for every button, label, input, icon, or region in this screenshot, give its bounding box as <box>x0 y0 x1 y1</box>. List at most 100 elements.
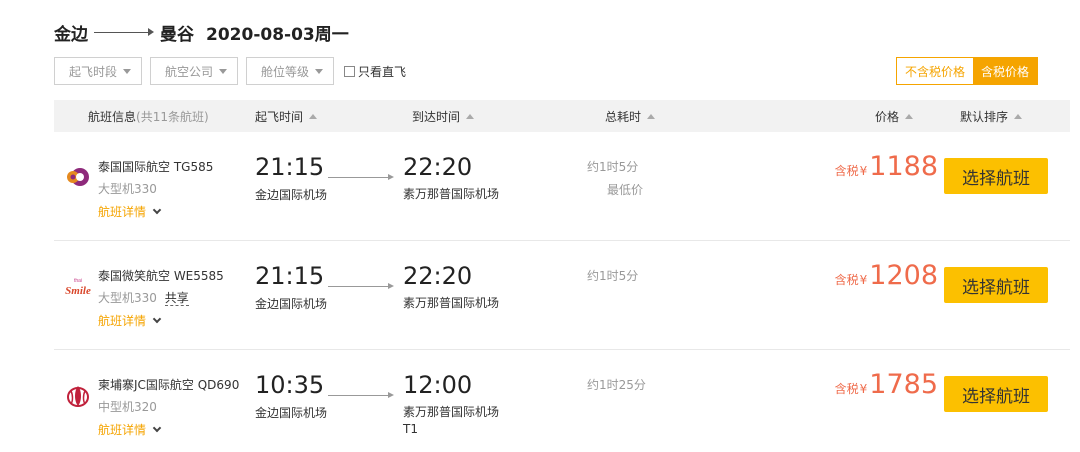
direct-only-toggle[interactable]: 只看直飞 <box>344 63 406 80</box>
flight-row: thai Smile 泰国微笑航空 WE5585 大型机330 共享 航班详情 … <box>54 242 1070 350</box>
price-amount: 1188 <box>869 151 938 182</box>
direct-only-checkbox[interactable] <box>344 65 356 77</box>
price-mode-toggle: 不含税价格 含税价格 <box>896 57 1039 85</box>
chevron-down-icon <box>152 423 162 432</box>
sort-depart-time[interactable]: 起飞时间 <box>255 100 318 132</box>
departure-time: 10:35 <box>255 371 325 399</box>
sort-up-icon <box>905 113 914 119</box>
departure-airport: 金边国际机场 <box>255 406 328 420</box>
header-duration-label: 总耗时 <box>605 109 642 124</box>
flight-duration: 约1时5分 <box>587 269 639 283</box>
departure-airport: 金边国际机场 <box>255 188 328 202</box>
flight-count: (共11条航班) <box>136 109 209 124</box>
sort-up-icon <box>309 113 318 119</box>
chevron-down-icon <box>152 205 162 214</box>
sort-up-icon <box>466 113 475 119</box>
header-price-label: 价格 <box>875 109 900 124</box>
aircraft-label: 大型机330 <box>98 291 157 305</box>
chevron-down-icon <box>152 314 162 323</box>
arrival-airport: 素万那普国际机场 <box>403 296 500 310</box>
header-flight-info: 航班信息 (共11条航班) <box>88 100 209 132</box>
arrow-right-icon <box>328 283 394 291</box>
departure-airport: 金边国际机场 <box>255 297 328 311</box>
aircraft-type: 中型机320 <box>98 398 157 415</box>
airline-name: 泰国国际航空 TG585 <box>98 160 214 174</box>
arrow-right-icon <box>328 174 394 182</box>
exclude-tax-option[interactable]: 不含税价格 <box>897 58 974 84</box>
sort-default[interactable]: 默认排序 <box>960 100 1023 132</box>
flight-price: 含税 ¥ 1208 <box>835 260 938 291</box>
departure-time: 21:15 <box>255 262 325 290</box>
arrival-time: 22:20 <box>403 153 473 181</box>
cabin-class-label: 舱位等级 <box>261 64 310 79</box>
flight-price: 含税 ¥ 1188 <box>835 151 938 182</box>
flight-details-label: 航班详情 <box>98 423 147 437</box>
tax-included-label: 含税 <box>834 382 859 396</box>
arrival-time: 22:20 <box>403 262 473 290</box>
airline-filter[interactable]: 航空公司 <box>150 57 239 85</box>
aircraft-type: 大型机330 <box>98 180 157 197</box>
filter-bar: 起飞时段 航空公司 舱位等级 只看直飞 <box>54 57 406 85</box>
header-arrive-label: 到达时间 <box>412 109 461 124</box>
sort-up-icon <box>647 113 656 119</box>
arrival-airport: 素万那普国际机场 <box>403 187 500 201</box>
select-flight-button[interactable]: 选择航班 <box>944 376 1048 412</box>
route-arrow-icon <box>94 26 154 38</box>
select-flight-button[interactable]: 选择航班 <box>944 158 1048 194</box>
select-flight-button[interactable]: 选择航班 <box>944 267 1048 303</box>
header-depart-label: 起飞时间 <box>255 109 304 124</box>
cambodia-jc-logo-icon <box>67 386 89 407</box>
flight-row: 柬埔寨JC国际航空 QD690 中型机320 航班详情 10:35 金边国际机场… <box>54 351 1070 452</box>
arrival-airport: 素万那普国际机场T1 <box>403 405 500 436</box>
destination-city: 曼谷 <box>160 24 194 45</box>
departure-time: 21:15 <box>255 153 325 181</box>
caret-down-icon <box>123 68 132 74</box>
cabin-class-filter[interactable]: 舱位等级 <box>246 57 335 85</box>
flight-duration: 约1时25分 <box>587 378 646 392</box>
route-title: 金边 曼谷 2020-08-03周一 <box>54 20 349 45</box>
flight-details-link[interactable]: 航班详情 <box>98 203 162 220</box>
caret-down-icon <box>219 68 228 74</box>
currency-symbol: ¥ <box>859 382 868 396</box>
depart-period-filter[interactable]: 起飞时段 <box>54 57 143 85</box>
tax-included-label: 含税 <box>834 273 859 287</box>
header-flight-info-label: 航班信息 <box>88 109 137 124</box>
aircraft-label: 中型机320 <box>98 400 157 414</box>
sort-price[interactable]: 价格 <box>875 100 914 132</box>
aircraft-type: 大型机330 共享 <box>98 289 189 306</box>
thai-smile-logo-icon: thai Smile <box>65 278 91 297</box>
svg-text:Smile: Smile <box>65 285 91 297</box>
direct-only-label: 只看直飞 <box>358 64 407 79</box>
flight-details-link[interactable]: 航班详情 <box>98 421 162 438</box>
lowest-price-badge: 最低价 <box>607 183 644 197</box>
sort-duration[interactable]: 总耗时 <box>605 100 656 132</box>
airline-name: 柬埔寨JC国际航空 QD690 <box>98 378 240 392</box>
price-amount: 1785 <box>869 369 938 400</box>
include-tax-option[interactable]: 含税价格 <box>973 58 1038 84</box>
arrival-time: 12:00 <box>403 371 473 399</box>
flight-row: 泰国国际航空 TG585 大型机330 航班详情 21:15 金边国际机场 22… <box>54 133 1070 241</box>
flight-details-label: 航班详情 <box>98 205 147 219</box>
origin-city: 金边 <box>54 24 88 45</box>
tax-included-label: 含税 <box>834 164 859 178</box>
table-header: 航班信息 (共11条航班) 起飞时间 到达时间 总耗时 价格 默认排序 <box>54 100 1070 132</box>
flight-details-label: 航班详情 <box>98 314 147 328</box>
travel-date: 2020-08-03周一 <box>206 24 349 45</box>
flight-details-link[interactable]: 航班详情 <box>98 312 162 329</box>
sort-arrive-time[interactable]: 到达时间 <box>412 100 475 132</box>
sort-up-icon <box>1014 113 1023 119</box>
currency-symbol: ¥ <box>859 164 868 178</box>
arrow-right-icon <box>328 392 394 400</box>
currency-symbol: ¥ <box>859 273 868 287</box>
flight-duration: 约1时5分 <box>587 160 639 174</box>
flight-price: 含税 ¥ 1785 <box>835 369 938 400</box>
thai-airways-logo-icon <box>67 168 89 186</box>
airline-filter-label: 航空公司 <box>165 64 214 79</box>
caret-down-icon <box>315 68 324 74</box>
airline-name: 泰国微笑航空 WE5585 <box>98 269 224 283</box>
price-amount: 1208 <box>869 260 938 291</box>
aircraft-label: 大型机330 <box>98 182 157 196</box>
svg-text:thai: thai <box>74 278 82 284</box>
codeshare-badge[interactable]: 共享 <box>164 291 189 306</box>
depart-period-label: 起飞时段 <box>69 64 118 79</box>
